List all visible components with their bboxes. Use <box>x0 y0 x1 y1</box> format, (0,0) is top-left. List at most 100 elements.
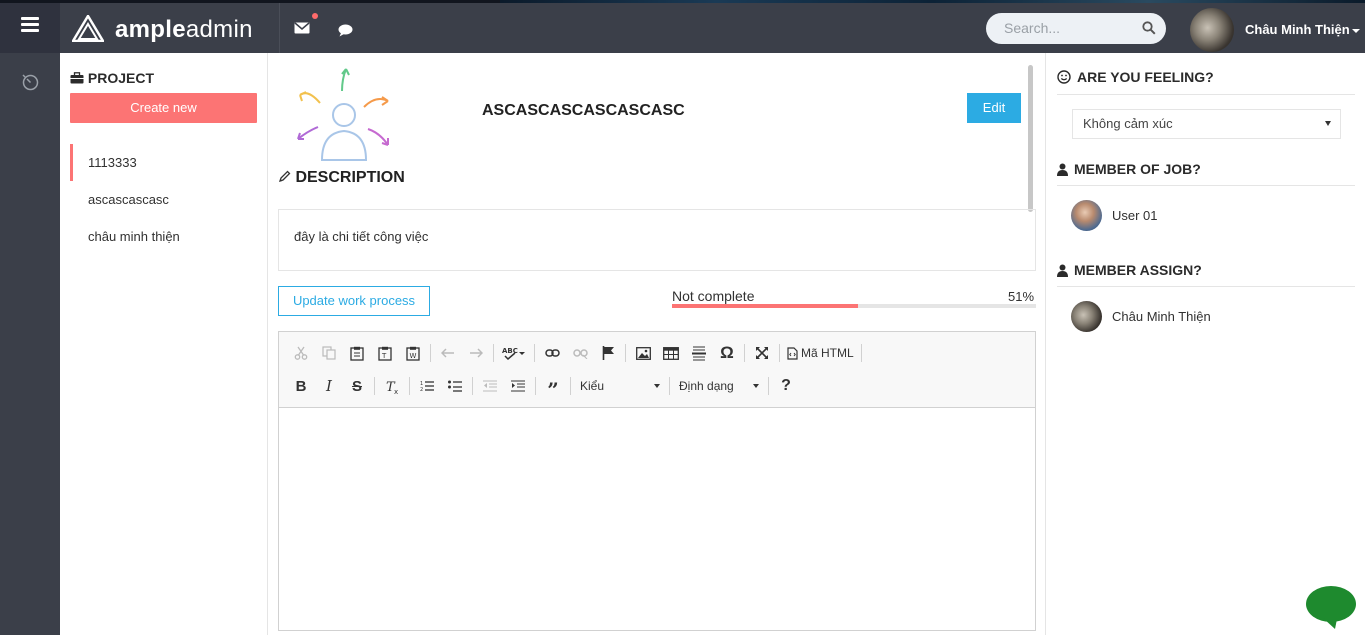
user-menu[interactable]: Châu Minh Thiện <box>1245 22 1360 37</box>
table-icon[interactable] <box>657 340 685 366</box>
style-dropdown[interactable]: Kiểu <box>574 375 666 397</box>
project-item[interactable]: ascascascasc <box>70 181 260 218</box>
toolbar-separator <box>430 344 431 362</box>
toolbar-separator <box>860 344 862 362</box>
project-item[interactable]: 1113333 <box>70 144 260 181</box>
mail-icon[interactable] <box>294 22 310 34</box>
toolbar-separator <box>744 344 745 362</box>
toolbar-separator <box>374 377 375 395</box>
undo-icon[interactable] <box>434 340 462 366</box>
header-background <box>500 0 1365 3</box>
svg-text:W: W <box>410 352 417 360</box>
svg-text:x: x <box>394 388 398 394</box>
paste-word-icon[interactable]: W <box>399 340 427 366</box>
special-char-icon[interactable]: Ω <box>713 340 741 366</box>
source-icon <box>787 346 798 360</box>
increase-indent-icon[interactable] <box>504 373 532 399</box>
update-work-process-button[interactable]: Update work process <box>278 286 430 316</box>
member-item[interactable]: Châu Minh Thiện <box>1071 301 1211 332</box>
project-list: 1113333 ascascascasc châu minh thiện <box>70 144 260 255</box>
job-illustration <box>297 68 389 161</box>
feeling-select[interactable]: Không cảm xúc <box>1072 109 1341 139</box>
toolbar-separator <box>493 344 494 362</box>
project-item[interactable]: châu minh thiện <box>70 218 260 255</box>
feeling-heading: ARE YOU FEELING? <box>1057 69 1355 85</box>
project-panel: PROJECT Create new 1113333 ascascascasc … <box>60 53 268 635</box>
horizontal-line-icon[interactable] <box>685 340 713 366</box>
remove-format-icon[interactable]: Tx <box>378 373 406 399</box>
scrollbar[interactable] <box>1028 65 1033 212</box>
brand-logo[interactable]: ampleadmin <box>60 3 280 53</box>
search-input[interactable]: Search... <box>986 13 1166 44</box>
redo-icon[interactable] <box>462 340 490 366</box>
strikethrough-icon[interactable]: S <box>343 373 371 399</box>
avatar <box>1071 200 1102 231</box>
briefcase-icon <box>70 72 84 84</box>
rich-text-editor: T W ABC Ω Mã HTML B I S T x 1 2 ” Kiểu Đ… <box>278 331 1036 631</box>
member-assign-section: MEMBER ASSIGN? <box>1057 262 1355 287</box>
dashboard-icon[interactable] <box>22 74 39 91</box>
brand-name: ampleadmin <box>115 16 253 43</box>
toolbar-separator <box>625 344 626 362</box>
svg-text:T: T <box>381 352 387 360</box>
flag-icon[interactable] <box>594 340 622 366</box>
user-avatar[interactable] <box>1190 8 1234 52</box>
copy-icon[interactable] <box>315 340 343 366</box>
member-assign-heading: MEMBER ASSIGN? <box>1057 262 1355 278</box>
toolbar-separator <box>779 344 780 362</box>
toolbar-separator <box>534 344 535 362</box>
format-dropdown[interactable]: Định dạng <box>673 375 765 397</box>
link-icon[interactable] <box>538 340 566 366</box>
blockquote-icon[interactable]: ” <box>539 373 567 402</box>
left-sidebar <box>0 53 60 635</box>
edit-button[interactable]: Edit <box>967 93 1021 123</box>
svg-text:ABC: ABC <box>502 347 518 355</box>
toolbar-row-2: B I S Tx 12 ” Kiểu Định dạng ? <box>287 373 800 402</box>
italic-icon[interactable]: I <box>315 373 343 399</box>
chat-bubble-icon[interactable] <box>1305 585 1357 629</box>
search-icon[interactable] <box>1142 21 1156 35</box>
chevron-down-icon <box>753 384 759 388</box>
job-title: ASCASCASCASCASCASC <box>482 102 685 119</box>
image-icon[interactable] <box>629 340 657 366</box>
decrease-indent-icon[interactable] <box>476 373 504 399</box>
progress-bar-fill <box>672 304 858 308</box>
pencil-icon <box>278 170 291 183</box>
editor-content-area[interactable] <box>279 408 1035 630</box>
create-new-button[interactable]: Create new <box>70 93 257 123</box>
toolbar-separator <box>472 377 473 395</box>
description-heading: DESCRIPTION <box>278 169 405 187</box>
menu-toggle-button[interactable] <box>0 3 60 53</box>
toolbar-separator <box>669 377 670 395</box>
user-icon <box>1057 264 1068 277</box>
cut-icon[interactable] <box>287 340 315 366</box>
avatar <box>1071 301 1102 332</box>
notification-dot <box>312 13 318 19</box>
paste-text-icon[interactable]: T <box>371 340 399 366</box>
job-detail-panel: ASCASCASCASCASCASC Edit DESCRIPTION đây … <box>268 53 1046 635</box>
chevron-down-icon <box>1351 28 1360 33</box>
source-html-button[interactable]: Mã HTML <box>783 340 858 366</box>
paste-icon[interactable] <box>343 340 371 366</box>
description-text: đây là chi tiết công việc <box>278 209 1036 271</box>
top-navbar: ampleadmin Search... Châu Minh Thiện <box>0 0 1365 53</box>
editor-toolbar: T W ABC Ω Mã HTML B I S T x 1 2 ” Kiểu Đ… <box>279 332 1035 408</box>
user-icon <box>1057 163 1068 176</box>
help-icon[interactable]: ? <box>772 373 800 399</box>
spellcheck-icon[interactable]: ABC <box>497 340 531 366</box>
maximize-icon[interactable] <box>748 340 776 366</box>
chat-icon[interactable] <box>338 24 353 37</box>
toolbar-separator <box>409 377 410 395</box>
svg-text:2: 2 <box>420 387 423 392</box>
feeling-section: ARE YOU FEELING? <box>1057 69 1355 95</box>
progress-bar <box>672 304 1036 308</box>
progress-label: Not complete <box>672 288 755 304</box>
unlink-icon[interactable] <box>566 340 594 366</box>
toolbar-separator <box>535 377 536 395</box>
member-item[interactable]: User 01 <box>1071 200 1158 231</box>
bold-icon[interactable]: B <box>287 373 315 399</box>
logo-icon <box>72 15 104 42</box>
member-of-job-section: MEMBER OF JOB? <box>1057 161 1355 186</box>
numbered-list-icon[interactable]: 12 <box>413 373 441 399</box>
bulleted-list-icon[interactable] <box>441 373 469 399</box>
